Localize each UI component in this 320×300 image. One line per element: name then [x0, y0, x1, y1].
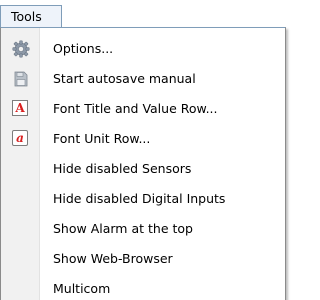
menu-item-show-web-browser[interactable]: Show Web-Browser	[1, 244, 285, 274]
menu-items: Options... Start autosave manual A Font …	[1, 34, 285, 300]
menu-item-hide-disabled-sensors[interactable]: Hide disabled Sensors	[1, 154, 285, 184]
menu-item-options[interactable]: Options...	[1, 34, 285, 64]
menu-item-start-autosave-manual[interactable]: Start autosave manual	[1, 64, 285, 94]
menu-item-label: Show Alarm at the top	[53, 221, 193, 236]
menu-item-label: Hide disabled Digital Inputs	[53, 191, 226, 206]
font-a-icon: A	[12, 100, 30, 118]
tools-dropdown-menu: Options... Start autosave manual A Font …	[0, 27, 286, 300]
menubar: Tools	[0, 0, 300, 28]
menu-item-hide-disabled-digital-inputs[interactable]: Hide disabled Digital Inputs	[1, 184, 285, 214]
menu-item-label: Start autosave manual	[53, 71, 196, 86]
menu-item-font-unit-row[interactable]: a Font Unit Row...	[1, 124, 285, 154]
menu-item-multicom[interactable]: Multicom	[1, 274, 285, 300]
menu-tools[interactable]: Tools	[0, 5, 62, 27]
menu-item-label: Show Web-Browser	[53, 251, 173, 266]
menu-item-label: Hide disabled Sensors	[53, 161, 192, 176]
font-a-italic-glyph: a	[12, 130, 28, 146]
screen: Tools Options... Start autosave manual A…	[0, 0, 300, 300]
font-a-glyph: A	[12, 100, 28, 116]
gear-icon	[12, 40, 30, 58]
menu-item-label: Multicom	[53, 281, 111, 296]
disk-icon	[12, 70, 30, 88]
menu-item-font-title-and-value-row[interactable]: A Font Title and Value Row...	[1, 94, 285, 124]
menu-item-label: Font Title and Value Row...	[53, 101, 218, 116]
font-a-italic-icon: a	[12, 130, 30, 148]
menu-item-label: Options...	[53, 41, 114, 56]
menu-item-show-alarm-at-the-top[interactable]: Show Alarm at the top	[1, 214, 285, 244]
menu-item-label: Font Unit Row...	[53, 131, 151, 146]
